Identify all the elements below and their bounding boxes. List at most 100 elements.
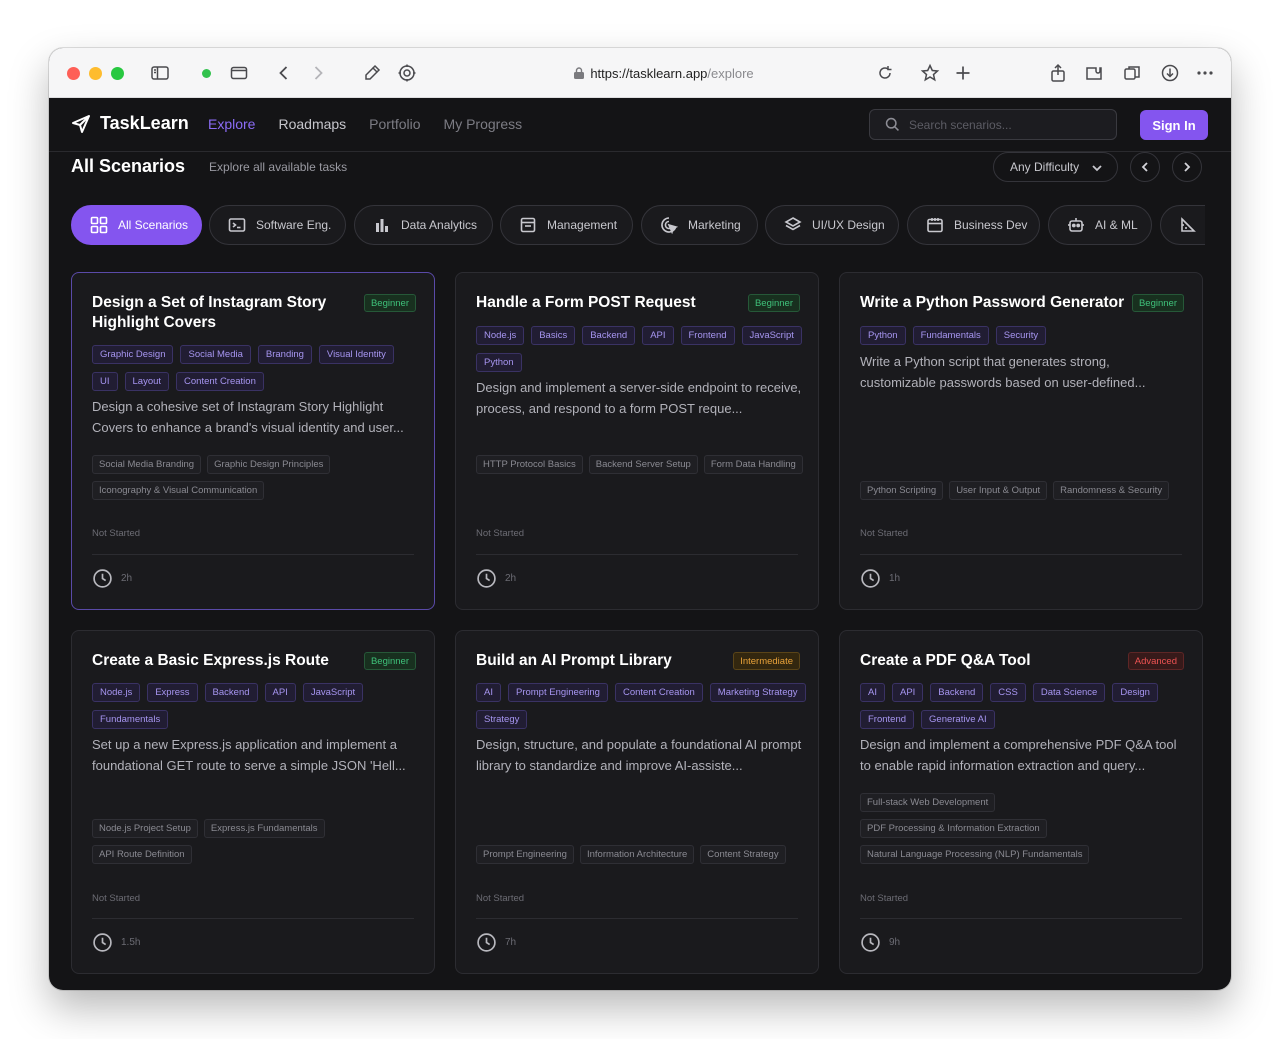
nav-portfolio[interactable]: Portfolio <box>369 116 420 132</box>
bookmark-star-icon[interactable] <box>919 62 941 84</box>
difficulty-badge: Beginner <box>1131 294 1184 312</box>
minimize-window-button[interactable] <box>89 67 102 80</box>
scenario-card[interactable]: Build an AI Prompt Library Intermediate … <box>455 630 819 974</box>
tab-overview-icon[interactable] <box>228 62 250 84</box>
category-software-eng[interactable]: Software Eng. <box>209 205 346 245</box>
category-label: Data Analytics <box>401 218 478 232</box>
card-skills: Prompt Engineering Information Architect… <box>476 845 806 864</box>
tag: JavaScript <box>302 683 364 702</box>
reload-icon[interactable] <box>874 62 896 84</box>
category-marketing[interactable]: Marketing <box>641 205 758 245</box>
difficulty-select[interactable]: Any Difficulty <box>993 152 1118 182</box>
page-subtitle: Explore all available tasks <box>209 159 348 174</box>
duration-value: 2h <box>121 573 133 584</box>
skill-tag: Graphic Design Principles <box>207 455 331 474</box>
skill-tag: Express.js Fundamentals <box>203 819 325 838</box>
category-data-analytics[interactable]: Data Analytics <box>354 205 493 245</box>
tag: API <box>264 683 296 702</box>
share-icon[interactable] <box>1047 62 1069 84</box>
duration-value: 7h <box>505 937 517 948</box>
forward-icon[interactable] <box>307 62 329 84</box>
tag: Branding <box>257 345 312 364</box>
terminal-icon <box>228 218 246 232</box>
browser-toolbar: https://tasklearn.app/explore <box>49 48 1231 98</box>
category-ui-ux-design[interactable]: UI/UX Design <box>765 205 899 245</box>
category-filter-bar: All Scenarios Software Eng. Data Analyti… <box>71 205 1205 245</box>
card-status: Not Started <box>476 893 525 904</box>
scenario-card[interactable]: Design a Set of Instagram Story Highligh… <box>71 272 435 610</box>
category-label: Software Eng. <box>256 218 332 232</box>
sidebar-toggle-icon[interactable] <box>149 62 171 84</box>
skill-tag: Randomness & Security <box>1053 481 1170 500</box>
tag: Frontend <box>680 326 735 345</box>
category-label: Business Dev <box>954 218 1028 232</box>
category-label: All Scenarios <box>118 218 189 232</box>
tag: Basics <box>531 326 576 345</box>
app-logo[interactable]: TaskLearn <box>71 113 189 134</box>
scenario-card[interactable]: Write a Python Password Generator Beginn… <box>839 272 1203 610</box>
scenario-card[interactable]: Create a Basic Express.js Route Beginner… <box>71 630 435 974</box>
back-icon[interactable] <box>273 62 295 84</box>
category-ai-ml[interactable]: AI & ML <box>1048 205 1152 245</box>
url-host: https://tasklearn.app <box>590 65 708 81</box>
sign-in-button[interactable]: Sign In <box>1140 110 1208 140</box>
category-all-scenarios[interactable]: All Scenarios <box>71 205 202 245</box>
app-header: TaskLearn Explore Roadmaps Portfolio My … <box>49 98 1231 152</box>
nav-explore[interactable]: Explore <box>208 116 255 132</box>
card-tags: Node.js Basics Backend API Frontend Java… <box>476 326 806 372</box>
category-business-dev[interactable]: Business Dev <box>907 205 1040 245</box>
skill-tag: Social Media Branding <box>92 455 202 474</box>
scenario-card[interactable]: Create a PDF Q&A Tool Advanced AI API Ba… <box>839 630 1203 974</box>
tabs-copy-icon[interactable] <box>1121 62 1143 84</box>
new-tab-plus-icon[interactable] <box>952 62 974 84</box>
card-duration: 9h <box>860 932 900 953</box>
browser-window: https://tasklearn.app/explore TaskLearn … <box>49 48 1231 990</box>
clock-icon <box>861 933 880 952</box>
skill-tag: PDF Processing & Information Extraction <box>860 819 1047 838</box>
tag: AI <box>860 683 885 702</box>
url-path: /explore <box>707 65 754 81</box>
card-title: Write a Python Password Generator <box>860 294 1125 311</box>
maximize-window-button[interactable] <box>111 67 124 80</box>
category-more[interactable] <box>1160 205 1205 245</box>
extensions-icon[interactable] <box>1083 62 1105 84</box>
tag: API <box>891 683 924 702</box>
page-title: All Scenarios <box>71 156 186 176</box>
scroll-right-button[interactable] <box>1172 152 1202 182</box>
skill-tag: Full-stack Web Development <box>860 793 996 812</box>
clock-icon <box>861 569 880 588</box>
skill-tag: Iconography & Visual Communication <box>92 481 265 500</box>
settings-gear-icon[interactable] <box>396 62 418 84</box>
card-skills: Full-stack Web Development PDF Processin… <box>860 793 1190 864</box>
card-title: Handle a Form POST Request <box>476 294 696 311</box>
robot-icon <box>1068 218 1084 232</box>
card-description: Design and implement a comprehensive PDF… <box>860 737 1177 773</box>
download-icon[interactable] <box>1159 62 1181 84</box>
search-input[interactable]: Search scenarios... <box>869 109 1117 140</box>
card-divider <box>92 554 414 555</box>
tag: JavaScript <box>741 326 802 345</box>
card-divider <box>476 554 798 555</box>
nav-roadmaps[interactable]: Roadmaps <box>278 116 346 132</box>
card-tags: Node.js Express Backend API JavaScript F… <box>92 683 422 729</box>
category-management[interactable]: Management <box>500 205 633 245</box>
tag: Data Science <box>1032 683 1106 702</box>
difficulty-badge: Beginner <box>363 294 416 312</box>
eyedropper-icon[interactable] <box>361 62 383 84</box>
card-skills: Python Scripting User Input & Output Ran… <box>860 481 1190 500</box>
search-icon <box>885 117 899 131</box>
scenario-card[interactable]: Handle a Form POST Request Beginner Node… <box>455 272 819 610</box>
duration-value: 1.5h <box>121 937 141 948</box>
card-duration: 2h <box>476 568 516 589</box>
tag: Backend <box>582 326 636 345</box>
address-bar[interactable]: https://tasklearn.app/explore <box>429 60 899 86</box>
card-description: Set up a new Express.js application and … <box>92 737 406 773</box>
card-title: Create a PDF Q&A Tool <box>860 652 1031 669</box>
more-options-icon[interactable] <box>1194 62 1216 84</box>
scroll-left-button[interactable] <box>1130 152 1160 182</box>
category-label: UI/UX Design <box>812 218 885 232</box>
nav-my-progress[interactable]: My Progress <box>444 116 523 132</box>
grid-icon <box>90 216 108 234</box>
close-window-button[interactable] <box>67 67 80 80</box>
duration-value: 9h <box>889 937 901 948</box>
